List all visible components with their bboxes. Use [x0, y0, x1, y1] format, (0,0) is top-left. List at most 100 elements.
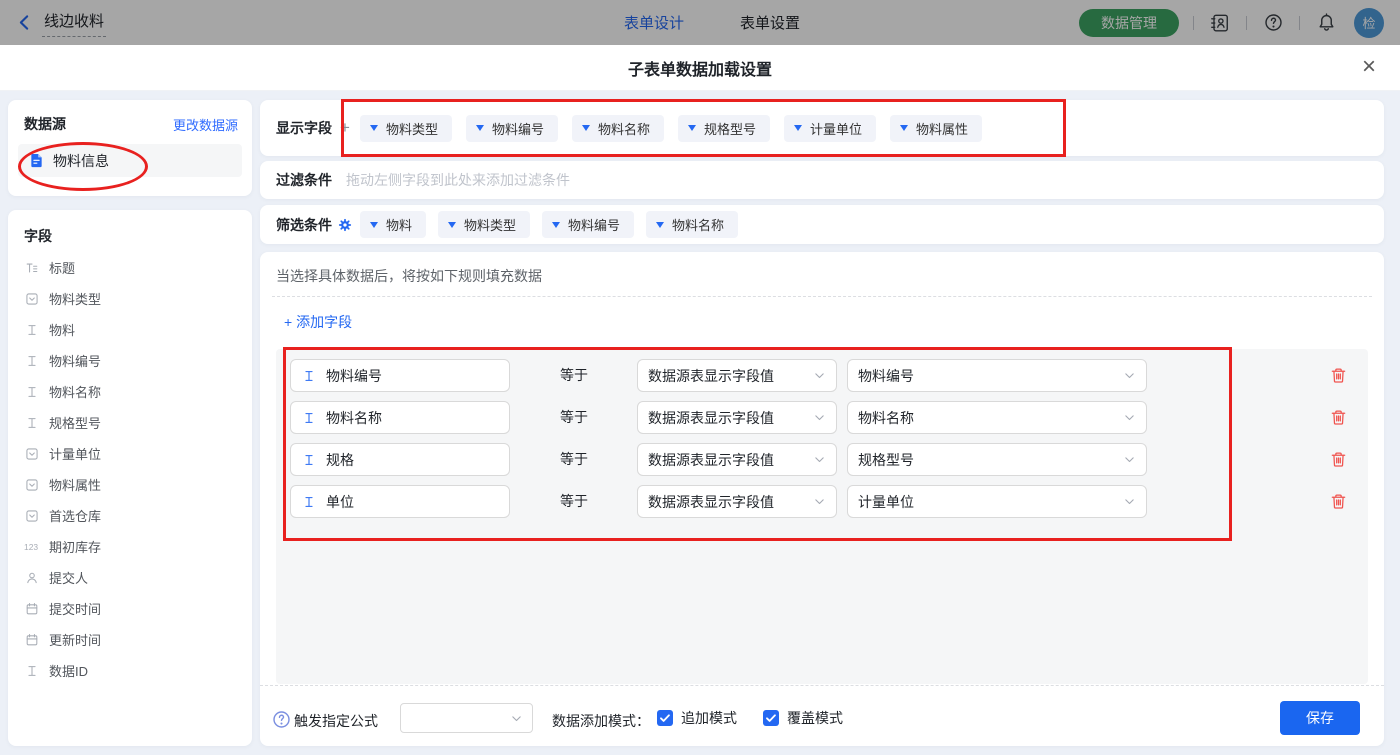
- select-field-icon: [24, 509, 40, 523]
- field-item[interactable]: 123期初库存: [8, 531, 252, 562]
- modal-body: 数据源 更改数据源 物料信息 字段 标题物料类型物料物料编号物料名称规格型号计量…: [0, 91, 1400, 755]
- field-item[interactable]: 更新时间: [8, 624, 252, 655]
- rule-source-select[interactable]: 数据源表显示字段值: [637, 485, 837, 518]
- field-tag[interactable]: 物料编号: [542, 211, 634, 238]
- field-item[interactable]: 规格型号: [8, 407, 252, 438]
- fill-rule-row: 物料名称 等于 数据源表显示字段值 物料名称: [276, 401, 1368, 434]
- text-field-icon: [24, 385, 40, 399]
- field-tag[interactable]: 物料属性: [890, 115, 982, 142]
- add-field-link[interactable]: + 添加字段: [284, 312, 352, 332]
- change-datasource-link[interactable]: 更改数据源: [173, 115, 238, 134]
- rule-target-field-label: 规格: [326, 450, 354, 470]
- chevron-down-icon: [1123, 411, 1136, 424]
- caret-down-icon: [476, 125, 484, 131]
- chevron-down-icon: [1123, 495, 1136, 508]
- help-icon[interactable]: [272, 710, 291, 729]
- caret-down-icon: [370, 125, 378, 131]
- delete-rule-button[interactable]: [1330, 367, 1347, 384]
- field-item-label: 首选仓库: [49, 506, 101, 525]
- delete-rule-button[interactable]: [1330, 451, 1347, 468]
- calendar-icon: [24, 602, 40, 616]
- field-item-label: 物料名称: [49, 382, 101, 401]
- field-tag[interactable]: 物料编号: [466, 115, 558, 142]
- chevron-down-icon: [813, 411, 826, 424]
- text-field-icon: [24, 323, 40, 337]
- field-tag-label: 物料名称: [598, 119, 650, 138]
- datasource-item[interactable]: 物料信息: [18, 144, 242, 177]
- rule-target-field[interactable]: 单位: [290, 485, 510, 518]
- datasource-item-label: 物料信息: [53, 151, 109, 171]
- field-tag[interactable]: 物料类型: [438, 211, 530, 238]
- rule-value-select[interactable]: 规格型号: [847, 443, 1147, 476]
- checkbox-checked[interactable]: [763, 710, 779, 726]
- delete-rule-button[interactable]: [1330, 409, 1347, 426]
- gear-icon[interactable]: [338, 218, 352, 232]
- field-tag[interactable]: 计量单位: [784, 115, 876, 142]
- rule-target-field[interactable]: 物料名称: [290, 401, 510, 434]
- fields-panel: 字段 标题物料类型物料物料编号物料名称规格型号计量单位物料属性首选仓库123期初…: [8, 210, 252, 746]
- rule-target-field[interactable]: 物料编号: [290, 359, 510, 392]
- checkbox-checked[interactable]: [657, 710, 673, 726]
- text-field-icon: [24, 664, 40, 678]
- display-fields-label: 显示字段: [276, 118, 332, 138]
- rule-value-select[interactable]: 物料名称: [847, 401, 1147, 434]
- rule-value-select[interactable]: 计量单位: [847, 485, 1147, 518]
- modal-title: 子表单数据加载设置: [628, 56, 772, 80]
- chevron-down-icon: [1123, 453, 1136, 466]
- field-item[interactable]: 标题: [8, 252, 252, 283]
- field-item[interactable]: 数据ID: [8, 655, 252, 686]
- top-navbar: 线边收料 表单设计 表单设置 数据管理 检: [0, 0, 1400, 45]
- caret-down-icon: [688, 125, 696, 131]
- rule-source-select[interactable]: 数据源表显示字段值: [637, 359, 837, 392]
- field-tag[interactable]: 物料名称: [572, 115, 664, 142]
- rule-source-value: 数据源表显示字段值: [648, 366, 774, 386]
- field-tag[interactable]: 物料名称: [646, 211, 738, 238]
- divider: [260, 685, 1384, 686]
- checkbox-label: 追加模式: [681, 708, 737, 728]
- field-item[interactable]: 物料: [8, 314, 252, 345]
- field-item[interactable]: 物料名称: [8, 376, 252, 407]
- data-add-mode-option: 覆盖模式: [763, 708, 843, 728]
- rule-target-field[interactable]: 规格: [290, 443, 510, 476]
- rule-target-field-label: 单位: [326, 492, 354, 512]
- field-tag[interactable]: 规格型号: [678, 115, 770, 142]
- field-item[interactable]: 提交人: [8, 562, 252, 593]
- chevron-down-icon: [1123, 369, 1136, 382]
- chevron-down-icon: [813, 369, 826, 382]
- field-item[interactable]: 物料属性: [8, 469, 252, 500]
- rule-source-select[interactable]: 数据源表显示字段值: [637, 443, 837, 476]
- rule-target-field-label: 物料编号: [326, 366, 382, 386]
- trigger-formula-select[interactable]: [400, 703, 533, 733]
- field-item[interactable]: 计量单位: [8, 438, 252, 469]
- filter-dropzone-placeholder[interactable]: 拖动左侧字段到此处来添加过滤条件: [346, 170, 570, 190]
- rule-value-value: 物料编号: [858, 366, 914, 386]
- rule-source-select[interactable]: 数据源表显示字段值: [637, 401, 837, 434]
- field-item-label: 物料属性: [49, 475, 101, 494]
- text-field-icon: [301, 369, 317, 383]
- rule-source-value: 数据源表显示字段值: [648, 492, 774, 512]
- field-item[interactable]: 首选仓库: [8, 500, 252, 531]
- field-item-label: 规格型号: [49, 413, 101, 432]
- field-item[interactable]: 物料编号: [8, 345, 252, 376]
- field-tag-label: 物料属性: [916, 119, 968, 138]
- caret-down-icon: [370, 222, 378, 228]
- field-item-label: 物料编号: [49, 351, 101, 370]
- rule-value-select[interactable]: 物料编号: [847, 359, 1147, 392]
- field-tag[interactable]: 物料: [360, 211, 426, 238]
- save-button[interactable]: 保存: [1280, 701, 1360, 735]
- rule-value-value: 规格型号: [858, 450, 914, 470]
- field-tag-label: 规格型号: [704, 119, 756, 138]
- caret-down-icon: [900, 125, 908, 131]
- delete-rule-button[interactable]: [1330, 493, 1347, 510]
- field-item-label: 提交人: [49, 568, 88, 587]
- field-item[interactable]: 物料类型: [8, 283, 252, 314]
- rule-operator: 等于: [560, 401, 588, 434]
- field-item[interactable]: 提交时间: [8, 593, 252, 624]
- field-item-label: 物料: [49, 320, 75, 339]
- add-display-field-button[interactable]: +: [340, 118, 350, 138]
- rule-source-value: 数据源表显示字段值: [648, 408, 774, 428]
- chevron-down-icon: [813, 495, 826, 508]
- caret-down-icon: [582, 125, 590, 131]
- field-tag[interactable]: 物料类型: [360, 115, 452, 142]
- close-icon[interactable]: ×: [1362, 54, 1376, 80]
